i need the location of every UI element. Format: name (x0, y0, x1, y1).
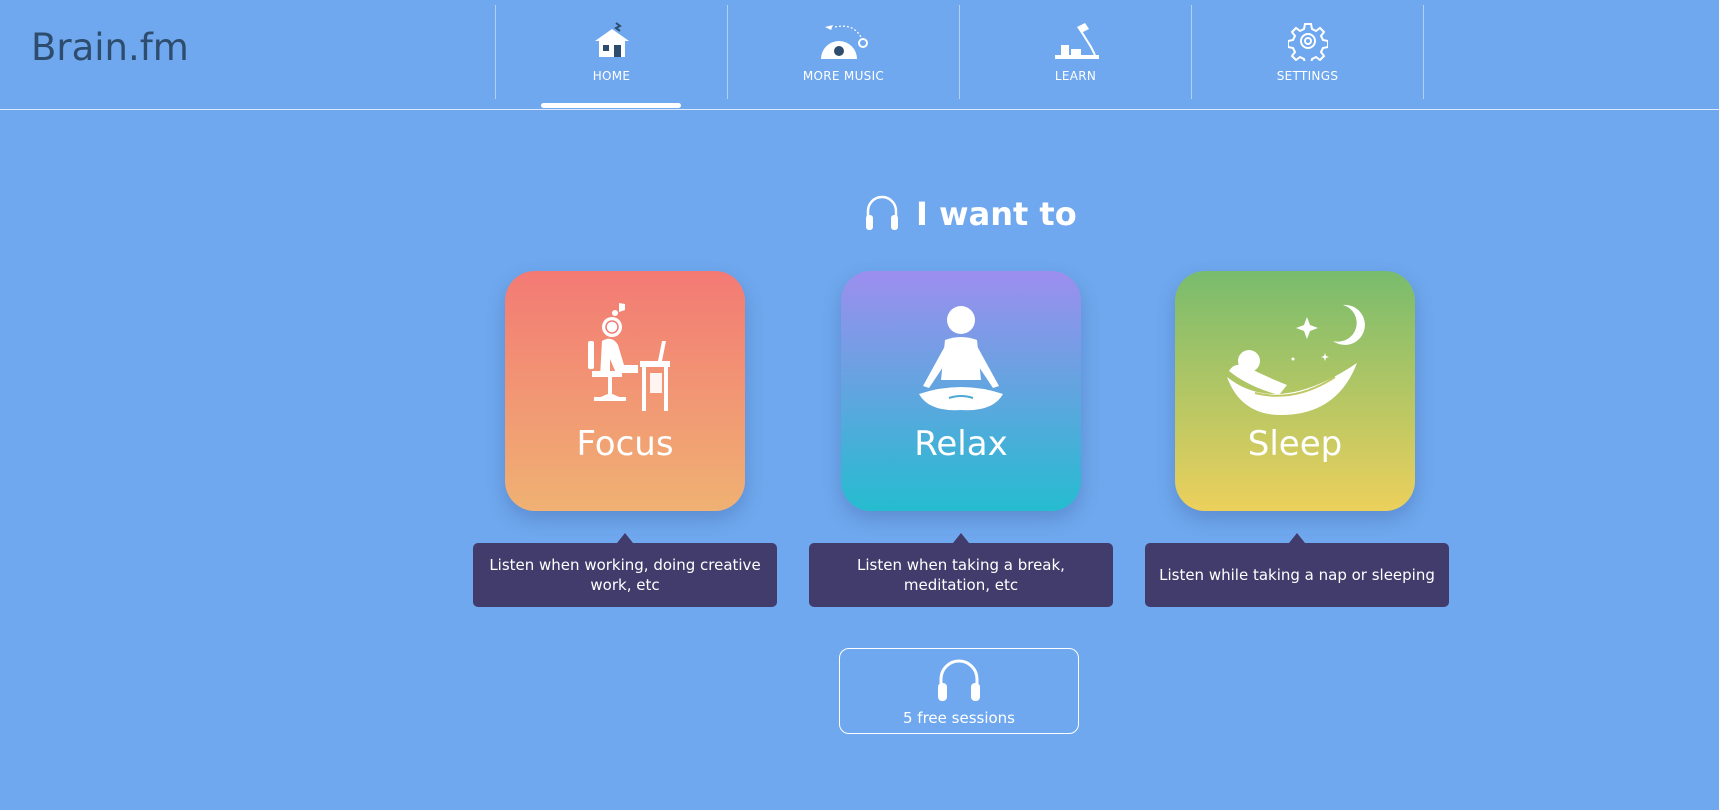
heading-text: I want to (916, 195, 1077, 233)
nav-label-settings: SETTINGS (1276, 69, 1339, 83)
nav-label-home: HOME (592, 69, 631, 83)
brainfm-logo[interactable]: Brain.fm (31, 26, 189, 69)
hammock-moon-icon (1195, 301, 1395, 416)
nav-label-learn: LEARN (1054, 69, 1097, 83)
music-planet-icon (814, 19, 874, 61)
relax-card[interactable]: Relax (841, 271, 1081, 511)
person-at-desk-icon (525, 301, 725, 416)
nav-label-more-music: MORE MUSIC (802, 69, 885, 83)
focus-card[interactable]: Focus (505, 271, 745, 511)
focus-label: Focus (576, 424, 674, 464)
sleep-tooltip: Listen while taking a nap or sleeping (1145, 533, 1449, 607)
main-nav: HOME MORE MUSIC LEARN SETTINGS (495, 5, 1424, 108)
nav-item-more-music[interactable]: MORE MUSIC (727, 5, 959, 99)
nav-item-settings[interactable]: SETTINGS (1191, 5, 1424, 99)
relax-label: Relax (914, 424, 1008, 464)
free-sessions-button[interactable]: 5 free sessions (839, 648, 1079, 734)
page-heading: I want to (864, 192, 1077, 236)
nav-item-home[interactable]: HOME (495, 5, 727, 108)
gear-icon (1278, 19, 1338, 61)
active-tab-indicator (541, 103, 681, 108)
top-navigation-bar: Brain.fm HOME MORE MUSIC LEARN SETTINGS (0, 0, 1719, 110)
relax-tooltip: Listen when taking a break, meditation, … (809, 533, 1113, 607)
house-icon (582, 19, 642, 61)
headphones-icon (864, 193, 900, 235)
headphones-icon (935, 655, 983, 707)
desk-lamp-icon (1046, 19, 1106, 61)
meditation-icon (861, 301, 1061, 416)
sleep-label: Sleep (1247, 424, 1343, 464)
sleep-card[interactable]: Sleep (1175, 271, 1415, 511)
free-sessions-label: 5 free sessions (903, 709, 1015, 727)
focus-tooltip: Listen when working, doing creative work… (473, 533, 777, 607)
nav-item-learn[interactable]: LEARN (959, 5, 1191, 99)
